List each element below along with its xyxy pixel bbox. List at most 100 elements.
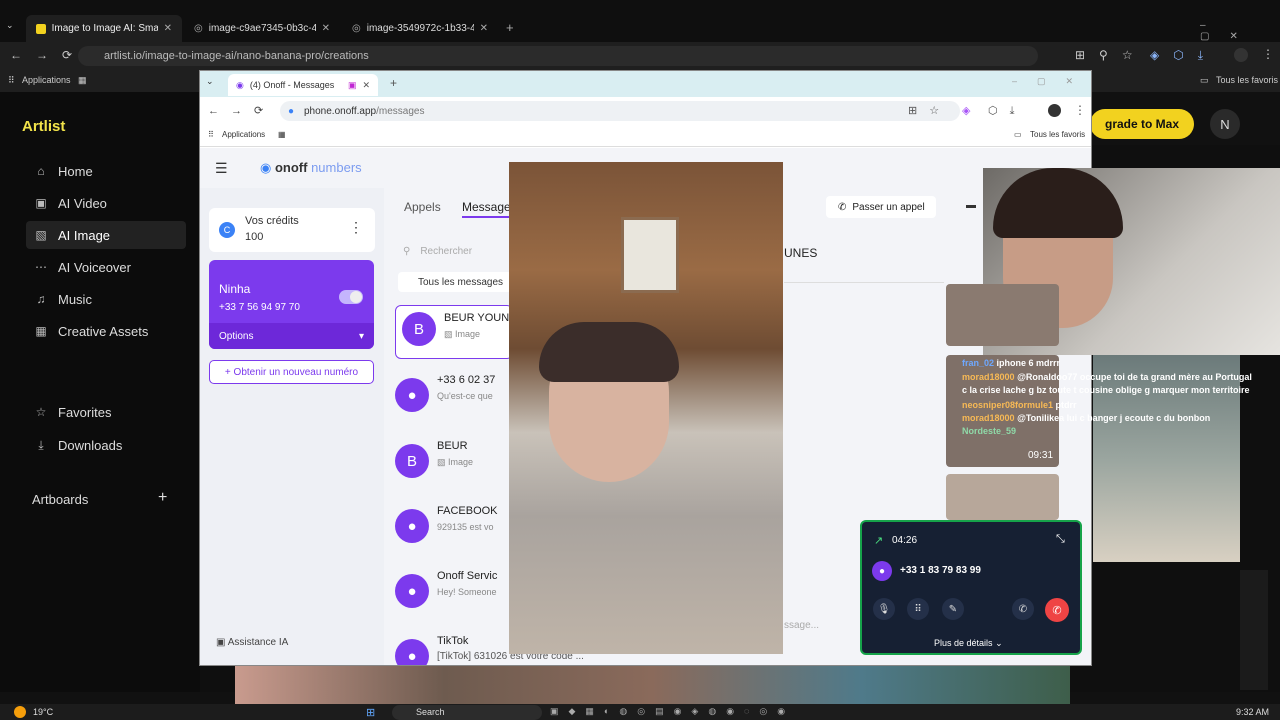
window-controls[interactable]: –▢✕ (1200, 20, 1280, 42)
stream-time: 09:31 (1028, 450, 1054, 461)
bookmark-apps[interactable]: Applications (222, 130, 265, 139)
close-icon[interactable]: ✕ (362, 80, 370, 91)
taskbar: 19°C ⊞ Search ▣◆▦◐◍◎▤◉◈◍◉◌◎◉ 9:32 AM (0, 704, 1280, 720)
toolbar-icons[interactable]: ⊞☆ (908, 104, 951, 117)
bookmark-favorites[interactable]: Tous les favoris (1030, 130, 1085, 139)
hangup-button[interactable]: ✆ (1045, 598, 1069, 622)
photo-overlay (509, 162, 783, 654)
windows-start-icon[interactable]: ⊞ (366, 706, 375, 719)
nav-favorites[interactable]: ☆ Favorites (26, 398, 186, 426)
menu-icon[interactable]: ⋮ (1262, 47, 1274, 61)
upgrade-button[interactable]: grade to Max (1090, 109, 1194, 139)
assist-button[interactable]: ▣ Assistance IA (216, 637, 288, 648)
close-icon[interactable]: ✕ (164, 23, 172, 34)
outer-tab-1[interactable]: Image to Image AI: Smart AI Im ✕ (26, 15, 182, 42)
call-timer: 04:26 (892, 535, 918, 546)
hamburger-menu-icon[interactable]: ☰ (215, 160, 228, 177)
chat-icon[interactable]: ▬ (966, 200, 976, 211)
toolbar-icons-2[interactable]: ⬡⤓ (988, 104, 1026, 118)
weather-text[interactable]: 19°C (33, 707, 53, 717)
list-item[interactable]: ● Onoff Servic Hey! Someone (395, 570, 515, 628)
call-widget: ↗ 04:26 ⤡ ● +33 1 83 79 83 99 🎙 ⠿ ✎ ✆ ✆ … (860, 520, 1082, 655)
grid-icon[interactable]: ▦ (278, 130, 286, 139)
list-item[interactable]: B BEUR ▧ Image (395, 440, 515, 498)
bookmark-favorites[interactable]: Tous les favoris (1216, 75, 1278, 85)
nav-ai-voiceover[interactable]: ⋯ AI Voiceover (26, 253, 186, 281)
onoff-logo[interactable]: ◉ onoff numbers (260, 160, 362, 176)
folder-icon: ▭ (1014, 130, 1022, 139)
globe-icon: ◎ (352, 23, 361, 34)
nav-creative-assets[interactable]: ▦ Creative Assets (26, 317, 186, 345)
nav-music[interactable]: ♫ Music (26, 285, 186, 313)
person-icon: ● (395, 574, 429, 608)
call-button[interactable]: ✆ Passer un appel (826, 196, 936, 218)
taskbar-search[interactable]: Search (392, 705, 542, 720)
inner-tab-onoff[interactable]: ◉ (4) Onoff - Messages ▣ ✕ (228, 74, 378, 96)
person-icon: ● (395, 378, 429, 412)
profile-avatar[interactable] (1048, 104, 1061, 117)
add-artboard-button[interactable]: + (158, 489, 167, 507)
nav-buttons[interactable]: ←→⟳ (208, 104, 275, 117)
new-tab-button[interactable]: + (506, 20, 514, 35)
avatar: B (402, 312, 436, 346)
stream-thumbnail[interactable] (946, 474, 1059, 520)
nav-ai-image[interactable]: ▧ AI Image (26, 221, 186, 249)
window-controls[interactable]: –▢✕ (1012, 76, 1093, 87)
transfer-icon[interactable]: ✆ (1012, 598, 1034, 620)
close-icon[interactable]: ✕ (322, 23, 330, 34)
avatar[interactable]: N (1210, 109, 1240, 139)
apps-icon[interactable]: ⠿ (8, 75, 15, 86)
options-dropdown[interactable]: Options ▾ (209, 323, 374, 349)
toolbar-icons[interactable]: ⊞⚲☆ (1075, 48, 1147, 62)
keypad-icon[interactable]: ⠿ (907, 598, 929, 620)
menu-icon[interactable]: ⋮ (1074, 103, 1086, 117)
more-options-icon[interactable]: ⋮ (349, 219, 363, 236)
inner-url-bar[interactable]: ● phone.onoff.app/messages (280, 101, 960, 121)
search-input[interactable]: ⚲ Rechercher (395, 240, 513, 262)
profile-avatar[interactable] (1234, 48, 1248, 62)
list-item[interactable]: ● FACEBOOK 929135 est vo (395, 505, 515, 563)
taskbar-clock[interactable]: 9:32 AM (1236, 707, 1269, 717)
number-toggle[interactable] (339, 290, 363, 304)
outer-tab-3[interactable]: ◎ image-3549972c-1b33-40b1-a ✕ (342, 15, 498, 42)
hair-image-detail (539, 322, 679, 382)
image-icon: ▧ (437, 457, 446, 467)
taskbar-apps[interactable]: ▣◆▦◐◍◎▤◉◈◍◉◌◎◉ (550, 706, 795, 717)
onoff-logo-icon: ◉ (260, 160, 272, 175)
list-item[interactable]: B BEUR YOUNE ▧ Image (395, 305, 517, 359)
new-number-button[interactable]: + Obtenir un nouveau numéro (209, 360, 374, 384)
mute-icon[interactable]: 🎙 (873, 598, 895, 620)
nav-home[interactable]: ⌂ Home (26, 157, 186, 185)
close-icon[interactable]: ✕ (480, 23, 488, 34)
outer-url-bar[interactable]: artlist.io/image-to-image-ai/nano-banana… (78, 46, 1038, 66)
edit-icon[interactable]: ✎ (942, 598, 964, 620)
nav-buttons[interactable]: ←→⟳ (10, 48, 86, 62)
search-icon: ⚲ (403, 245, 411, 257)
filter-select[interactable]: Tous les messages (398, 272, 512, 292)
credits-label: Vos crédits (245, 215, 299, 227)
gallery-strip[interactable] (235, 666, 1070, 704)
new-tab-button[interactable]: + (390, 76, 397, 90)
stream-thumbnail[interactable] (946, 284, 1059, 346)
nav-downloads[interactable]: ⤓ Downloads (26, 431, 186, 459)
chat-line: fran_02 iphone 6 mdrrr (962, 358, 1061, 368)
apps-icon[interactable]: ⠿ (208, 130, 214, 139)
list-item[interactable]: ● +33 6 02 37 Qu'est-ce que (395, 374, 515, 432)
grid-icon[interactable]: ▦ (78, 75, 87, 86)
nav-ai-video[interactable]: ▣ AI Video (26, 189, 186, 217)
outer-tab-2[interactable]: ◎ image-c9ae7345-0b3c-4ab4-a ✕ (184, 15, 340, 42)
credit-icon: C (219, 222, 235, 238)
home-icon: ⌂ (37, 164, 45, 178)
details-toggle[interactable]: Plus de détails ⌄ (934, 638, 1003, 649)
extension-icons[interactable]: ◈⬡⤓ (1150, 48, 1217, 63)
hangup-icon: ✆ (1052, 604, 1062, 617)
minimize-icon[interactable]: ⤡ (1056, 533, 1065, 546)
tab-list-icon[interactable]: ⌄ (6, 20, 20, 34)
message-input[interactable]: ssage... (784, 620, 819, 631)
tab-calls[interactable]: Appels (404, 200, 441, 214)
bookmark-apps[interactable]: Applications (22, 75, 71, 85)
tab-list-icon[interactable]: ⌄ (206, 76, 214, 87)
extension-icon[interactable]: ◈ (962, 104, 970, 117)
download-icon: ⤓ (38, 437, 44, 452)
artlist-logo[interactable]: Artlist (22, 118, 65, 135)
